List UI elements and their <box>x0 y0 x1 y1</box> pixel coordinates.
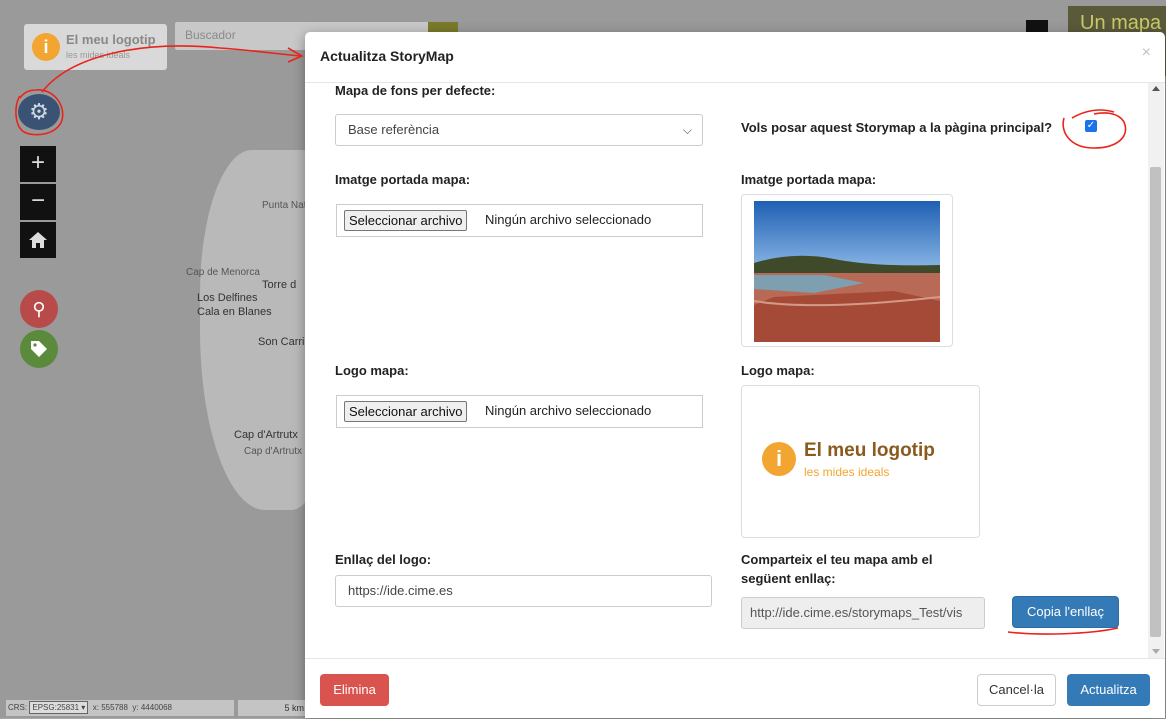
home-button[interactable] <box>20 222 56 258</box>
share-label-continued: següent enllaç: <box>741 571 836 586</box>
logo-preview-label: Logo mapa: <box>741 363 815 378</box>
settings-button[interactable]: ⚙ <box>18 94 60 130</box>
place-label: Punta Nat <box>262 200 307 211</box>
crs-value: EPSG:25831 <box>32 703 80 712</box>
zoom-out-button[interactable]: − <box>20 184 56 220</box>
update-button[interactable]: Actualitza <box>1067 674 1150 706</box>
share-url-field[interactable]: http://ide.cime.es/storymaps_Test/vis <box>741 597 985 629</box>
logo-file-input[interactable]: Seleccionar archivo Ningún archivo selec… <box>336 395 703 428</box>
logo-subtitle: les mides ideals <box>66 50 131 60</box>
basemap-selected-value: Base referència <box>348 122 440 137</box>
cover-image-preview <box>741 194 953 347</box>
home-icon <box>29 232 47 248</box>
update-storymap-dialog: Actualitza StoryMap × Mapa de fons per d… <box>305 32 1165 718</box>
x-coordinate: 555788 <box>101 703 128 712</box>
tag-button[interactable] <box>20 330 58 368</box>
chevron-down-icon: ⌵ <box>682 123 692 137</box>
logo-label: Logo mapa: <box>335 363 409 378</box>
add-marker-button[interactable]: ⚲ <box>20 290 58 328</box>
check-icon: ✓ <box>1086 120 1096 131</box>
logo-no-file-text: Ningún archivo seleccionado <box>485 403 652 418</box>
plus-icon: + <box>30 149 45 176</box>
place-label: Los Delfines <box>197 292 258 304</box>
info-icon: i <box>762 442 796 476</box>
cover-no-file-text: Ningún archivo seleccionado <box>485 212 652 227</box>
scroll-down-icon[interactable] <box>1152 649 1160 654</box>
close-icon[interactable]: × <box>1142 44 1151 62</box>
scrollbar-thumb[interactable] <box>1150 167 1161 637</box>
logo-link-value: https://ide.cime.es <box>348 583 453 598</box>
cover-select-file-button[interactable]: Seleccionar archivo <box>344 210 468 231</box>
dialog-scrollbar[interactable] <box>1148 83 1164 658</box>
place-label: Cap d'Artrutx <box>234 429 298 441</box>
share-url-value: http://ide.cime.es/storymaps_Test/vis <box>750 605 963 620</box>
dialog-header: Actualitza StoryMap × <box>305 32 1165 83</box>
x-label: x: <box>92 703 99 712</box>
logo-title: El meu logotip <box>66 32 156 47</box>
logo-link-input[interactable]: https://ide.cime.es <box>335 575 712 607</box>
dialog-body[interactable]: Mapa de fons per defecte: Base referènci… <box>305 83 1147 658</box>
main-page-question: Vols posar aquest Storymap a la pàgina p… <box>741 120 1053 135</box>
place-label: Cala en Blanes <box>197 306 272 318</box>
copy-link-button[interactable]: Copia l'enllaç <box>1012 596 1119 628</box>
crs-select[interactable]: EPSG:25831 ▾ <box>29 701 89 714</box>
zoom-in-button[interactable]: + <box>20 146 56 182</box>
logo-link-label: Enllaç del logo: <box>335 552 432 567</box>
place-label: Son Carri <box>258 336 305 348</box>
basemap-label: Mapa de fons per defecte: <box>335 83 496 98</box>
scale-bar: 5 km <box>238 700 308 716</box>
minus-icon: − <box>30 187 45 214</box>
tag-icon <box>31 341 47 357</box>
y-coordinate: 4440068 <box>140 703 173 712</box>
scale-label: 5 km <box>284 703 304 713</box>
logo-select-file-button[interactable]: Seleccionar archivo <box>344 401 468 422</box>
cancel-button[interactable]: Cancel·la <box>977 674 1056 706</box>
scroll-up-icon[interactable] <box>1152 86 1160 91</box>
info-icon: i <box>32 33 60 61</box>
app-logo: i El meu logotip les mides ideals <box>24 24 167 70</box>
cover-image-label: Imatge portada mapa: <box>335 172 471 187</box>
search-placeholder: Buscador <box>185 28 236 42</box>
dialog-title: Actualitza StoryMap <box>320 48 454 64</box>
logo-preview: i El meu logotip les mides ideals <box>741 385 980 538</box>
share-label: Comparteix el teu mapa amb el <box>741 552 933 567</box>
cover-preview-label: Imatge portada mapa: <box>741 172 877 187</box>
coordinate-bar: CRS: EPSG:25831 ▾ x: 555788 y: 4440068 <box>6 700 234 716</box>
delete-button[interactable]: Elimina <box>320 674 389 706</box>
gear-icon: ⚙ <box>29 99 49 124</box>
place-label: Cap de Menorca <box>186 267 260 278</box>
dialog-footer: Elimina Cancel·la Actualitza <box>305 658 1165 719</box>
cover-photo <box>754 201 940 342</box>
place-label: Cap d'Artrutx <box>244 446 303 457</box>
basemap-select[interactable]: Base referència ⌵ <box>335 114 703 146</box>
logo-preview-title: El meu logotip <box>804 440 935 461</box>
logo-preview-subtitle: les mides ideals <box>804 465 890 479</box>
place-label: Torre d <box>262 279 297 291</box>
cover-image-file-input[interactable]: Seleccionar archivo Ningún archivo selec… <box>336 204 703 237</box>
y-label: y: <box>132 703 139 712</box>
main-page-checkbox[interactable]: ✓ <box>1085 120 1097 132</box>
map-pin-plus-icon: ⚲ <box>32 299 46 319</box>
crs-label: CRS: <box>8 703 28 712</box>
